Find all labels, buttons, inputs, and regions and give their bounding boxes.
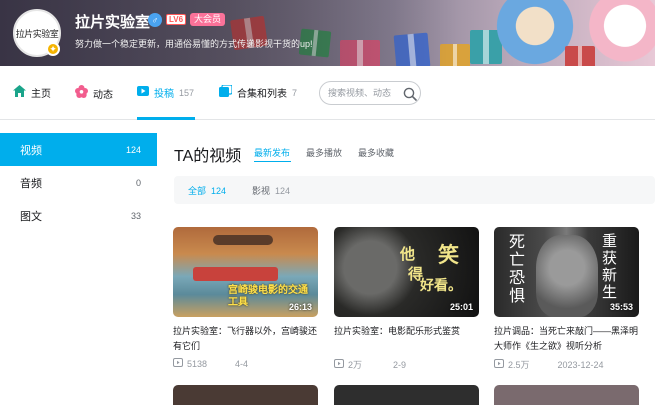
sort-most-favorited[interactable]: 最多收藏 (358, 146, 394, 159)
search-box[interactable] (319, 81, 421, 105)
sidebar-item-label: 图文 (20, 210, 42, 223)
sort-newest[interactable]: 最新发布 (254, 146, 290, 159)
sidebar-item-label: 音频 (20, 177, 42, 190)
play-count-icon (494, 359, 504, 370)
video-meta: 5138 4-4 (173, 358, 318, 369)
avatar-text: 拉片实验室 (15, 29, 59, 40)
thumbnail-face-decoration (536, 235, 598, 317)
sidebar-item-article[interactable]: 图文 33 (0, 199, 157, 232)
thumbnail-caption-right: 重 获 新 生 (602, 233, 638, 301)
thumbnail-word: 恐 (509, 268, 526, 287)
video-thumbnail[interactable]: 他 得 笑 好看。 25:01 (334, 227, 479, 317)
play-count-icon (334, 359, 344, 370)
video-thumbnail-partial[interactable] (334, 385, 479, 405)
video-card[interactable]: 他 得 笑 好看。 25:01 拉片实验室：电影配乐形式鉴赏 2万 2-9 (334, 227, 479, 371)
thumbnail-word: 亡 (509, 250, 526, 269)
tab-dynamic[interactable]: 动态 (75, 85, 113, 101)
tab-collections[interactable]: 合集和列表 7 (219, 84, 298, 100)
thumbnail-word: 获 (602, 249, 618, 267)
play-count-icon (173, 358, 183, 369)
thumbnail-word: 生 (602, 283, 618, 301)
thumbnail-word: 死 (509, 232, 526, 251)
thumbnail-word: 好看。 (420, 278, 462, 294)
tab-collections-count: 7 (292, 87, 298, 98)
thumbnail-word: 他 (400, 245, 416, 263)
play-count: 2.5万 (508, 360, 530, 370)
video-title[interactable]: 拉片实验室：电影配乐形式鉴赏 (334, 324, 479, 354)
sort-most-played[interactable]: 最多播放 (306, 146, 342, 159)
filter-all[interactable]: 全部 124 (188, 184, 226, 197)
thumbnail-word: 惧 (509, 286, 526, 305)
search-input[interactable] (328, 86, 400, 100)
tab-uploads-label: 投稿 (154, 89, 174, 100)
thumbnail-word: 笑 (438, 242, 459, 267)
username[interactable]: 拉片实验室 (75, 11, 150, 32)
tab-uploads-count: 157 (179, 87, 195, 98)
thumbnail-plane-decoration (213, 235, 273, 245)
sort-active-indicator (254, 161, 291, 162)
tab-uploads[interactable]: 投稿 157 (137, 85, 194, 100)
category-filter-bar: 全部 124 影视 124 (174, 176, 655, 204)
thumbnail-train-decoration (193, 267, 278, 281)
video-card[interactable]: 宫崎骏电影的交通工具 26:13 拉片实验室：飞行器以外，宫崎骏还有它们 513… (173, 227, 318, 369)
sidebar-item-count: 124 (125, 144, 141, 155)
thumbnail-caption: 他 得 笑 好看。 (400, 241, 476, 301)
publish-date: 2-9 (393, 359, 407, 370)
filter-film[interactable]: 影视 124 (252, 184, 290, 197)
active-tab-indicator (137, 117, 195, 120)
sidebar-item-label: 视频 (20, 144, 42, 157)
tab-collections-label: 合集和列表 (237, 89, 287, 100)
upload-icon (137, 85, 149, 100)
filter-count: 124 (211, 186, 227, 196)
video-duration: 26:13 (288, 302, 312, 312)
video-title[interactable]: 拉片调品：当死亡来敲门——黑泽明大师作《生之欲》视听分析 (494, 324, 639, 354)
home-icon (13, 85, 26, 100)
publish-date: 2023-12-24 (557, 359, 604, 370)
gender-icon: ♂ (148, 13, 162, 27)
filter-label: 全部 (188, 186, 207, 196)
page-title: TA的视频 (174, 148, 242, 165)
video-meta: 2.5万 2023-12-24 (494, 358, 639, 371)
thumbnail-word: 新 (602, 266, 618, 284)
profile-banner: 拉片实验室 ✦ 拉片实验室 ♂ LV6 大会员 努力做一个稳定更新，用通俗易懂的… (0, 0, 655, 66)
video-thumbnail[interactable]: 宫崎骏电影的交通工具 26:13 (173, 227, 318, 317)
user-signature[interactable]: 努力做一个稳定更新，用通俗易懂的方式传递影视干货的up! (75, 37, 313, 50)
thumbnail-caption-left: 死 亡 恐 惧 (509, 233, 529, 305)
official-badge-icon: ✦ (46, 42, 60, 56)
video-thumbnail-partial[interactable] (173, 385, 318, 405)
level-badge: LV6 (166, 14, 187, 25)
video-card[interactable]: 死 亡 恐 惧 重 获 新 生 35:53 拉片调品：当死亡来敲门——黑泽明大师… (494, 227, 639, 371)
banner-shade (0, 0, 655, 66)
publish-date: 4-4 (235, 358, 249, 369)
video-duration: 35:53 (609, 302, 633, 312)
sidebar-item-count: 0 (135, 177, 141, 188)
flower-icon (75, 85, 88, 101)
tab-home[interactable]: 主页 (13, 85, 51, 100)
thumbnail-word: 重 (602, 232, 618, 250)
sidebar-item-audio[interactable]: 音频 0 (0, 166, 157, 199)
video-thumbnail[interactable]: 死 亡 恐 惧 重 获 新 生 35:53 (494, 227, 639, 317)
filter-count: 124 (275, 186, 291, 196)
video-meta: 2万 2-9 (334, 358, 479, 371)
sidebar: 视频 124 音频 0 图文 33 (0, 133, 157, 232)
tab-home-label: 主页 (31, 89, 51, 100)
search-icon[interactable] (403, 87, 417, 106)
collection-icon (219, 84, 233, 100)
sidebar-item-count: 33 (130, 210, 141, 221)
filter-label: 影视 (252, 186, 271, 196)
sidebar-item-video[interactable]: 视频 124 (0, 133, 157, 166)
tab-dynamic-label: 动态 (93, 89, 113, 101)
vip-badge[interactable]: 大会员 (190, 13, 226, 26)
video-thumbnail-partial[interactable] (494, 385, 639, 405)
play-count: 2万 (348, 360, 363, 370)
video-duration: 25:01 (449, 302, 473, 312)
video-title[interactable]: 拉片实验室：飞行器以外，宫崎骏还有它们 (173, 324, 318, 354)
profile-nav: 主页 动态 投稿 157 合集和列表 7 (0, 66, 655, 120)
play-count: 5138 (187, 358, 208, 369)
